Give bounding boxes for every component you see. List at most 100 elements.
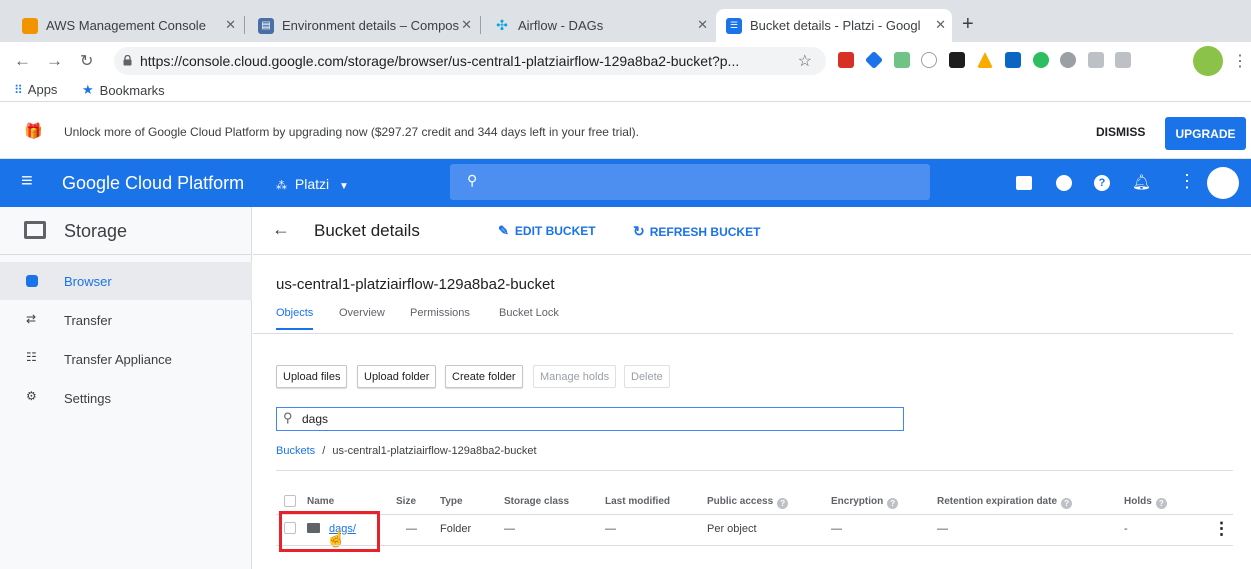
- browser-tab-bucket-details[interactable]: ☰ Bucket details - Platzi - Googl ✕: [716, 9, 952, 42]
- manage-holds-button[interactable]: Manage holds: [533, 365, 617, 388]
- sidebar-item-transfer[interactable]: ⇄ Transfer: [0, 301, 252, 339]
- more-vert-icon[interactable]: ⋮: [1178, 171, 1196, 192]
- bookmark-folder[interactable]: ★ Bookmarks: [82, 82, 165, 98]
- extension-icon[interactable]: [894, 52, 910, 68]
- refresh-bucket-button[interactable]: ↻ REFRESH BUCKET: [633, 223, 760, 240]
- annotation-highlight-box: [279, 511, 380, 552]
- transfer-icon: ⇄: [26, 312, 37, 326]
- back-arrow-icon[interactable]: ←: [272, 219, 290, 240]
- extension-icon[interactable]: [1115, 52, 1131, 68]
- upload-folder-button[interactable]: Upload folder: [357, 365, 437, 388]
- appliance-icon: ☷: [26, 350, 37, 364]
- close-tab-icon[interactable]: ✕: [697, 17, 708, 33]
- page-title: Bucket details: [314, 221, 420, 240]
- help-icon[interactable]: ?: [1061, 498, 1073, 509]
- extension-icon[interactable]: [949, 52, 965, 68]
- storage-icon: ☰: [726, 17, 742, 34]
- upload-files-button[interactable]: Upload files: [276, 365, 348, 388]
- column-header-holds[interactable]: Holds?: [1124, 496, 1167, 509]
- sidebar-title: Storage: [64, 221, 128, 241]
- tab-bucket-lock[interactable]: Bucket Lock: [499, 307, 559, 319]
- profile-avatar[interactable]: [1193, 46, 1223, 76]
- browser-menu-icon[interactable]: ⋮: [1232, 51, 1248, 71]
- row-more-vert-icon[interactable]: ⋮: [1213, 519, 1230, 539]
- notifications-alert-icon[interactable]: [1056, 175, 1072, 191]
- linkedin-icon[interactable]: [1005, 52, 1021, 68]
- tab-divider: [480, 16, 481, 34]
- delete-button[interactable]: Delete: [624, 365, 670, 388]
- breadcrumb-buckets-link[interactable]: Buckets: [276, 445, 315, 457]
- select-all-checkbox[interactable]: [284, 495, 296, 507]
- breadcrumb: Buckets / us-central1-platziairflow-129a…: [276, 445, 537, 457]
- bell-icon[interactable]: 🔔︎: [1132, 173, 1151, 191]
- sidebar-item-settings[interactable]: ⚙ Settings: [0, 379, 252, 417]
- close-tab-icon[interactable]: ✕: [935, 17, 946, 33]
- extension-icon[interactable]: [864, 50, 884, 70]
- close-tab-icon[interactable]: ✕: [225, 17, 236, 33]
- help-icon[interactable]: ?: [1094, 175, 1110, 191]
- browser-tab-airflow[interactable]: ✣ Airflow - DAGs ✕: [486, 9, 714, 42]
- gear-icon: ⚙: [26, 389, 37, 403]
- star-icon: ★: [82, 82, 94, 97]
- aws-icon: [22, 17, 38, 34]
- omnibox[interactable]: https://console.cloud.google.com/storage…: [114, 47, 826, 75]
- column-header-storage-class[interactable]: Storage class: [504, 496, 569, 507]
- browser-tab-bar: AWS Management Console ✕ ▤ Environment d…: [0, 0, 1251, 42]
- filter-value: dags: [302, 412, 329, 426]
- column-header-retention[interactable]: Retention expiration date?: [937, 496, 1073, 509]
- column-header-type[interactable]: Type: [440, 496, 463, 507]
- edit-bucket-button[interactable]: ✎ EDIT BUCKET: [498, 223, 596, 239]
- close-tab-icon[interactable]: ✕: [461, 17, 472, 33]
- sidebar-item-transfer-appliance[interactable]: ☷ Transfer Appliance: [0, 340, 252, 378]
- dismiss-button[interactable]: DISMISS: [1096, 125, 1145, 139]
- bookmark-star-icon[interactable]: ☆: [798, 51, 812, 71]
- upgrade-button[interactable]: UPGRADE: [1165, 117, 1246, 150]
- new-tab-button[interactable]: +: [962, 13, 974, 36]
- promo-text: Unlock more of Google Cloud Platform by …: [64, 125, 639, 139]
- tab-permissions[interactable]: Permissions: [410, 307, 470, 319]
- pencil-icon: ✎: [498, 223, 509, 238]
- column-header-encryption[interactable]: Encryption?: [831, 496, 899, 509]
- extension-icon[interactable]: [977, 52, 993, 68]
- evernote-icon[interactable]: [1033, 52, 1049, 68]
- gcp-search-input[interactable]: ⚲: [450, 164, 930, 200]
- project-selector[interactable]: ⁂ Platzi ▼: [276, 176, 349, 192]
- help-icon[interactable]: ?: [777, 498, 789, 509]
- apps-grid-icon: ⠿: [14, 82, 23, 97]
- search-icon: ⚲: [467, 172, 478, 188]
- extension-icon[interactable]: [1088, 52, 1104, 68]
- column-header-public-access[interactable]: Public access?: [707, 496, 789, 509]
- tab-overview[interactable]: Overview: [339, 307, 385, 319]
- column-header-last-modified[interactable]: Last modified: [605, 496, 670, 507]
- account-avatar[interactable]: [1207, 167, 1239, 199]
- divider: [276, 470, 1233, 471]
- promo-banner: 🎁 Unlock more of Google Cloud Platform b…: [0, 102, 1251, 159]
- cloud-shell-icon[interactable]: [1016, 176, 1032, 190]
- bucket-tabs: Objects Overview Permissions Bucket Lock: [253, 304, 1233, 334]
- hamburger-menu-icon[interactable]: ≡: [21, 170, 33, 193]
- browser-tab-composer[interactable]: ▤ Environment details – Compos ✕: [250, 9, 478, 42]
- page-header: ← Bucket details ✎ EDIT BUCKET ↻ REFRESH…: [253, 207, 1251, 255]
- browser-tab-aws[interactable]: AWS Management Console ✕: [14, 9, 242, 42]
- back-arrow-icon[interactable]: ←: [14, 51, 31, 71]
- bookmark-apps[interactable]: ⠿ Apps: [14, 82, 57, 97]
- column-header-size[interactable]: Size: [396, 496, 416, 507]
- forward-arrow-icon[interactable]: →: [46, 51, 63, 71]
- main-content: ← Bucket details ✎ EDIT BUCKET ↻ REFRESH…: [253, 207, 1251, 569]
- gcp-header: ≡ Google Cloud Platform ⁂ Platzi ▼ ⚲ ? 🔔…: [0, 159, 1251, 207]
- column-header-name[interactable]: Name: [307, 496, 334, 507]
- extension-icon[interactable]: [921, 52, 937, 68]
- help-icon[interactable]: ?: [887, 498, 899, 509]
- sidebar-item-browser[interactable]: Browser: [0, 262, 252, 300]
- tab-objects[interactable]: Objects: [276, 307, 314, 330]
- create-folder-button[interactable]: Create folder: [445, 365, 523, 388]
- extension-icon[interactable]: [1060, 52, 1076, 68]
- reload-icon[interactable]: ↻: [80, 51, 93, 71]
- bucket-name: us-central1-platziairflow-129a8ba2-bucke…: [276, 276, 555, 293]
- extension-icon[interactable]: [838, 52, 854, 68]
- filter-input[interactable]: ⚲ dags: [276, 407, 904, 431]
- help-icon[interactable]: ?: [1155, 498, 1167, 509]
- composer-icon: ▤: [258, 17, 274, 34]
- url-text: https://console.cloud.google.com/storage…: [140, 53, 740, 69]
- gcp-brand[interactable]: Google Cloud Platform: [62, 173, 244, 194]
